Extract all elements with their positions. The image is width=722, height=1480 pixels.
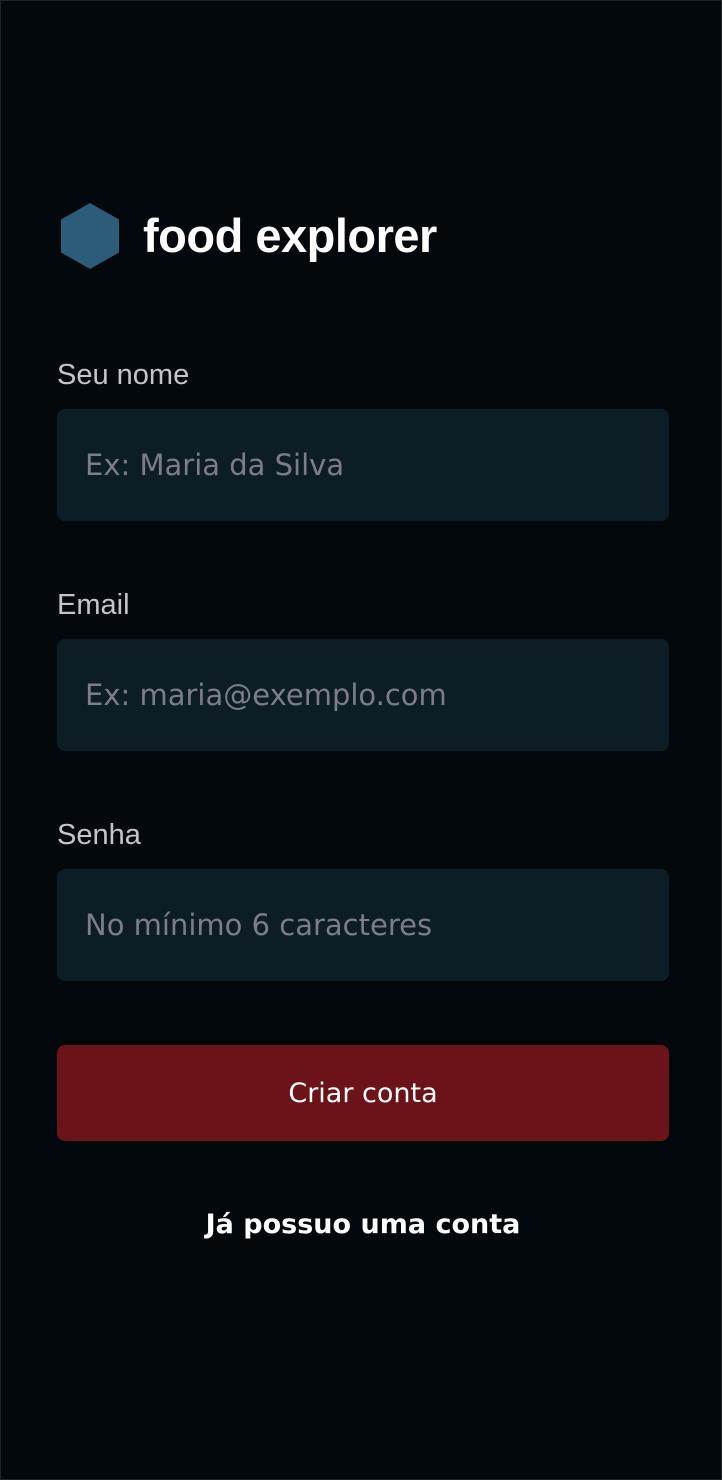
login-link[interactable]: Já possuo uma conta — [57, 1205, 669, 1245]
password-input[interactable] — [57, 869, 669, 981]
hexagon-logo-icon — [61, 203, 119, 269]
email-input[interactable] — [57, 639, 669, 751]
brand-name: food explorer — [143, 209, 437, 262]
name-input[interactable] — [57, 409, 669, 521]
signup-screen: food explorer Seu nome Email Senha Criar… — [0, 0, 722, 1480]
email-field-label: Email — [57, 589, 130, 621]
brand-logo: food explorer — [61, 203, 437, 269]
name-field-label: Seu nome — [57, 359, 190, 391]
password-field-label: Senha — [57, 819, 141, 851]
create-account-button[interactable]: Criar conta — [57, 1045, 669, 1141]
